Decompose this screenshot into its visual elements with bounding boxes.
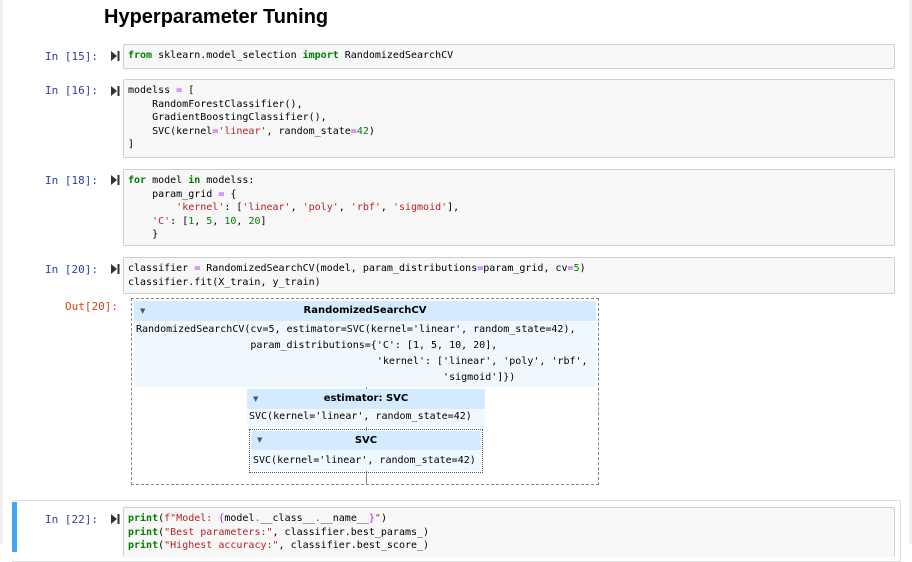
code-token: ], [447, 202, 460, 213]
triangle-down-icon: ▼ [257, 436, 263, 444]
run-cell-icon[interactable] [111, 175, 120, 185]
code-cell[interactable]: modelss = [ RandomForestClassifier(), Gr… [123, 79, 895, 158]
code-token: classifier [128, 263, 195, 274]
code-token: , [380, 202, 393, 213]
code-token: 10 [224, 215, 237, 227]
code-token: 'kernel' [176, 202, 225, 213]
code-token: 'linear' [242, 202, 291, 213]
estimator-title: RandomizedSearchCV [303, 305, 427, 316]
estimator-title: estimator: SVC [323, 393, 409, 404]
code-token: , classifier.best_score_) [278, 540, 430, 551]
code-token: model [146, 175, 189, 186]
estimator-header-svc[interactable]: ▼ SVC [251, 431, 481, 450]
code-cell[interactable]: from sklearn.model_selection import Rand… [123, 44, 895, 69]
estimator-repr: SVC(kernel='linear', random_state=42) [247, 409, 485, 427]
code-token: print [128, 513, 159, 524]
code-token: 'linear' [218, 125, 267, 137]
code-token: , random_state [266, 125, 351, 137]
code-token: : [ [170, 215, 189, 227]
triangle-down-icon: ▼ [253, 395, 259, 403]
output-prompt: Out[20]: [65, 300, 118, 313]
code-token: 'C' [152, 215, 171, 227]
code-token: ) [380, 513, 387, 524]
code-token: __name__ [320, 513, 369, 524]
left-edge [0, 0, 3, 544]
code-token: param_grid [128, 188, 219, 200]
code-token: 'rbf' [350, 202, 381, 213]
code-token: ] [260, 215, 267, 227]
code-token: f"Model: [164, 513, 219, 524]
estimator-repr: SVC(kernel='linear', random_state=42) [251, 450, 481, 471]
estimator-header-randomizedsearchcv[interactable]: ▼ RandomizedSearchCV [134, 301, 596, 321]
code-cell[interactable]: print(f"Model: {model.__class__.__name__… [123, 507, 895, 557]
run-cell-icon[interactable] [111, 264, 120, 274]
code-token: GradientBoostingClassifier(), [128, 112, 327, 123]
code-token: RandomizedSearchCV(model, param_distribu… [200, 263, 478, 274]
cell-prompt: In [15]: [45, 50, 98, 63]
code-token: , [194, 215, 207, 227]
cell-prompt: In [18]: [45, 174, 98, 187]
code-token: , [338, 202, 351, 213]
svc-estimator-box: ▼ SVC SVC(kernel='linear', random_state=… [249, 429, 483, 473]
run-cell-icon[interactable] [111, 51, 120, 61]
estimator-header-estimator-svc[interactable]: ▼ estimator: SVC [247, 389, 485, 409]
estimator-repr: RandomizedSearchCV(cv=5, estimator=SVC(k… [134, 321, 596, 387]
estimator-title: SVC [354, 435, 378, 446]
section-heading: Hyperparameter Tuning [104, 6, 329, 28]
code-token: 20 [248, 215, 261, 227]
code-token: modelss: [200, 175, 255, 186]
code-token: import [302, 50, 339, 61]
code-token: for [128, 175, 147, 186]
code-cell[interactable]: classifier = RandomizedSearchCV(model, p… [123, 257, 895, 294]
run-cell-icon[interactable] [111, 514, 120, 524]
code-token: model [224, 513, 255, 524]
active-cell-indicator [12, 502, 17, 552]
code-token: ) [579, 263, 586, 274]
code-token: SVC(kernel [128, 125, 213, 137]
code-token: , [290, 202, 303, 213]
code-token: [ [182, 85, 195, 96]
code-token: , classifier.best_params_) [272, 526, 430, 538]
code-token: 42 [356, 125, 369, 137]
code-token: print [128, 540, 159, 551]
code-token: } [128, 229, 159, 240]
cell-prompt: In [16]: [45, 84, 98, 97]
code-token: from [128, 50, 153, 61]
code-token: ] [128, 139, 135, 150]
code-token: in [188, 175, 201, 186]
code-token: "Highest accuracy:" [164, 540, 279, 551]
code-token: sklearn.model_selection [152, 50, 303, 61]
cell-prompt: In [22]: [45, 513, 98, 526]
triangle-down-icon: ▼ [140, 307, 146, 315]
cell-prompt: In [20]: [45, 263, 98, 276]
code-token: RandomizedSearchCV [338, 50, 454, 61]
run-cell-icon[interactable] [111, 86, 120, 96]
code-token: modelss [128, 85, 177, 96]
code-token: classifier.fit(X_train, y_train) [128, 276, 321, 288]
code-token: , [236, 215, 249, 227]
code-token: print [128, 526, 159, 538]
code-token: "Best parameters:" [164, 526, 273, 538]
code-cell[interactable]: for model in modelss: param_grid = { 'ke… [123, 169, 895, 246]
estimator-diagram: ▼ RandomizedSearchCV RandomizedSearchCV(… [131, 298, 599, 485]
code-token: : [ [224, 202, 243, 213]
code-token: 'poly' [302, 202, 339, 213]
code-token: { [224, 188, 237, 200]
code-token: param_grid, cv [483, 263, 568, 274]
code-token: __class__ [260, 513, 315, 524]
code-token: , [212, 215, 225, 227]
code-token: RandomForestClassifier(), [128, 98, 303, 110]
code-token: 'sigmoid' [392, 202, 448, 213]
code-token: ) [368, 125, 375, 137]
